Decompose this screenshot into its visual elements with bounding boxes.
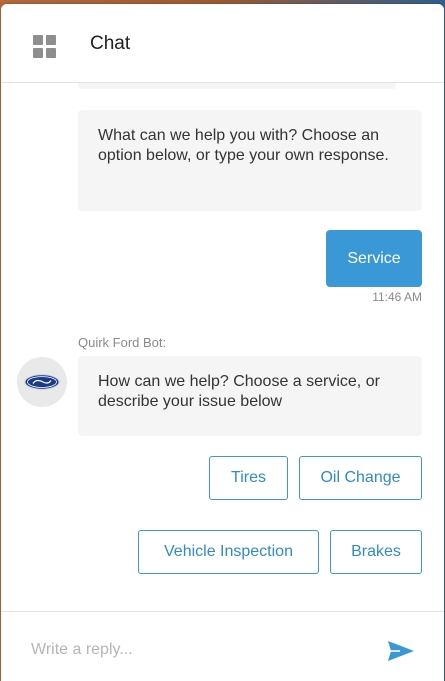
chat-window: Chat What can we help you with? Choose a… [1, 4, 444, 681]
option-tires-button[interactable]: Tires [209, 456, 288, 500]
send-button[interactable] [385, 638, 417, 666]
bot-message: What can we help you with? Choose an opt… [78, 110, 422, 211]
reply-input[interactable] [31, 636, 361, 664]
user-message: Service [326, 230, 422, 287]
grid-icon[interactable] [33, 35, 57, 59]
previous-message-bubble [78, 83, 396, 89]
option-brakes-button[interactable]: Brakes [330, 530, 422, 574]
chat-header: Chat [1, 4, 444, 83]
message-timestamp: 11:46 AM [372, 290, 422, 304]
bot-avatar [17, 357, 67, 407]
ford-logo-icon [24, 374, 60, 390]
option-oil-change-button[interactable]: Oil Change [299, 456, 422, 500]
reply-composer [1, 611, 444, 681]
message-list[interactable]: What can we help you with? Choose an opt… [1, 83, 444, 611]
header-title: Chat [90, 33, 131, 54]
send-icon [388, 640, 414, 661]
bot-message: How can we help? Choose a service, or de… [78, 356, 422, 436]
bot-sender-name: Quirk Ford Bot: [78, 335, 167, 350]
option-vehicle-inspection-button[interactable]: Vehicle Inspection [138, 530, 319, 574]
